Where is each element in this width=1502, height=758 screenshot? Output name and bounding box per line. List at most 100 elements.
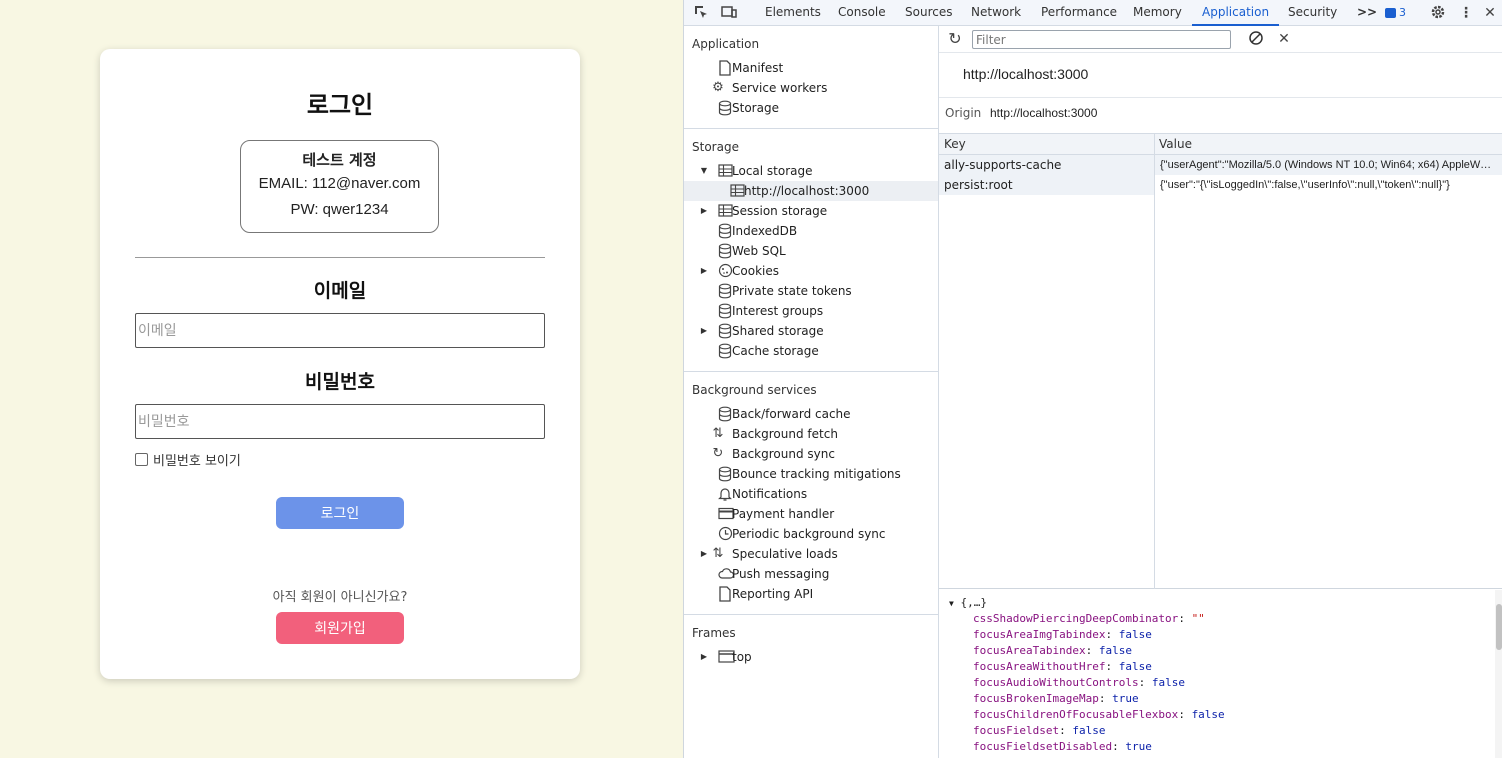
delete-selected-icon[interactable]: ✕ xyxy=(1275,30,1293,48)
expanded-triangle-icon[interactable]: ▼ xyxy=(949,599,954,608)
close-devtools-icon[interactable]: ✕ xyxy=(1481,4,1499,22)
origin-row: Origin http://localhost:3000 xyxy=(939,97,1502,134)
sidebar-item-payment-handler[interactable]: Payment handler xyxy=(684,504,938,524)
database-icon xyxy=(710,301,732,321)
issues-badge[interactable]: 3 xyxy=(1385,5,1406,21)
device-toolbar-icon[interactable] xyxy=(720,4,738,22)
sidebar-item-background-sync[interactable]: ↻ Background sync xyxy=(684,444,938,464)
preview-scrollbar[interactable] xyxy=(1495,590,1502,758)
tab-console[interactable]: Console xyxy=(838,0,886,26)
expanded-triangle-icon[interactable]: ▼ xyxy=(699,161,709,181)
sidebar-item-private-state-tokens[interactable]: Private state tokens xyxy=(684,281,938,301)
section-divider xyxy=(684,371,938,372)
settings-gear-icon[interactable] xyxy=(1429,4,1447,22)
row-key: ally-supports-cache xyxy=(944,158,1062,172)
tab-network[interactable]: Network xyxy=(971,0,1021,26)
property-separator: : xyxy=(1085,644,1099,657)
collapsed-triangle-icon[interactable]: ▶ xyxy=(699,544,709,564)
sidebar-item-speculative-loads[interactable]: ▶ ⇅ Speculative loads xyxy=(684,544,938,564)
show-password-checkbox[interactable] xyxy=(135,453,148,466)
sidebar-item-periodic-background-sync[interactable]: Periodic background sync xyxy=(684,524,938,544)
tab-application[interactable]: Application xyxy=(1192,0,1280,26)
sidebar-item-background-fetch[interactable]: ⇅ Background fetch xyxy=(684,424,938,444)
column-divider[interactable] xyxy=(1154,134,1155,589)
test-account-title: 테스트 계정 xyxy=(302,151,377,169)
sidebar-item-indexeddb[interactable]: IndexedDB xyxy=(684,221,938,241)
tab-security[interactable]: Security xyxy=(1288,0,1337,26)
credit-card-icon xyxy=(710,504,734,524)
origin-title: http://localhost:3000 xyxy=(963,66,1089,82)
sidebar-item-reporting-api[interactable]: Reporting API xyxy=(684,584,938,604)
test-account-email: EMAIL: 112@naver.com xyxy=(258,175,421,192)
property-value: "" xyxy=(1191,612,1205,625)
property-separator: : xyxy=(1098,692,1113,705)
sidebar-item-local-storage-origin[interactable]: http://localhost:3000 xyxy=(684,181,938,201)
database-icon xyxy=(710,241,732,261)
sidebar-item-interest-groups[interactable]: Interest groups xyxy=(684,301,938,321)
kebab-menu-icon[interactable]: ⋮ xyxy=(1457,4,1475,22)
sidebar-item-back-forward-cache[interactable]: Back/forward cache xyxy=(684,404,938,424)
preview-property: focusAudioWithoutControls: false xyxy=(973,676,1185,689)
tab-memory[interactable]: Memory xyxy=(1133,0,1182,26)
property-value: false xyxy=(1098,644,1132,657)
database-icon xyxy=(710,464,732,484)
show-password-toggle[interactable]: 비밀번호 보이기 xyxy=(135,450,241,469)
signup-button[interactable]: 회원가입 xyxy=(276,612,404,644)
divider xyxy=(135,257,545,258)
password-input[interactable] xyxy=(135,404,545,439)
login-button[interactable]: 로그인 xyxy=(276,497,404,529)
property-value: false xyxy=(1118,628,1152,641)
property-key: cssShadowPiercingDeepCombinator xyxy=(973,612,1179,625)
email-input[interactable] xyxy=(135,313,545,348)
table-row[interactable]: persist:root {"user":"{\"isLoggedIn\":fa… xyxy=(939,175,1502,195)
sidebar-item-frame-top[interactable]: ▶ top xyxy=(684,647,938,667)
collapsed-triangle-icon[interactable]: ▶ xyxy=(699,201,709,221)
collapsed-triangle-icon[interactable]: ▶ xyxy=(699,321,709,341)
sidebar-item-storage[interactable]: Storage xyxy=(684,98,938,118)
sidebar-item-session-storage[interactable]: ▶ Session storage xyxy=(684,201,938,221)
property-key: focusAreaTabindex xyxy=(973,644,1086,657)
sidebar-item-push-messaging[interactable]: Push messaging xyxy=(684,564,938,584)
value-preview-pane: ▼ {,…} cssShadowPiercingDeepCombinator: … xyxy=(939,590,1502,758)
more-tabs-button[interactable]: >> xyxy=(1357,0,1377,26)
sidebar-item-web-sql[interactable]: Web SQL xyxy=(684,241,938,261)
sidebar-item-label: Cache storage xyxy=(732,344,819,358)
sidebar-item-bounce-tracking[interactable]: Bounce tracking mitigations xyxy=(684,464,938,484)
sidebar-item-label: top xyxy=(732,650,752,664)
clear-all-icon[interactable] xyxy=(1247,30,1265,48)
property-value: false xyxy=(1191,708,1225,721)
sync-icon: ↻ xyxy=(712,446,724,461)
sidebar-item-manifest[interactable]: Manifest xyxy=(684,58,938,78)
collapsed-triangle-icon[interactable]: ▶ xyxy=(699,261,709,281)
bell-icon xyxy=(710,484,732,504)
inspect-element-icon[interactable] xyxy=(692,4,710,22)
scrollbar-thumb[interactable] xyxy=(1496,604,1502,650)
row-value: {"userAgent":"Mozilla/5.0 (Windows NT 10… xyxy=(1160,159,1497,171)
preview-root[interactable]: ▼ {,…} xyxy=(949,596,987,609)
sidebar-item-label: Background sync xyxy=(732,447,835,461)
tab-sources[interactable]: Sources xyxy=(905,0,952,26)
preview-property: focusBrokenImageMap: true xyxy=(973,692,1139,705)
sidebar-item-cache-storage[interactable]: Cache storage xyxy=(684,341,938,361)
login-card: 로그인 테스트 계정 EMAIL: 112@naver.com PW: qwer… xyxy=(100,49,580,679)
column-header-value[interactable]: Value xyxy=(1159,137,1192,151)
property-separator: : xyxy=(1059,724,1073,737)
sidebar-item-shared-storage[interactable]: ▶ Shared storage xyxy=(684,321,938,341)
password-label: 비밀번호 xyxy=(305,371,375,393)
sidebar-item-local-storage[interactable]: ▼ Local storage xyxy=(684,161,938,181)
up-down-arrows-icon: ⇅ xyxy=(712,426,724,441)
tab-elements[interactable]: Elements xyxy=(765,0,821,26)
refresh-icon[interactable]: ↻ xyxy=(946,30,964,48)
collapsed-triangle-icon[interactable]: ▶ xyxy=(699,647,709,667)
property-separator: : xyxy=(1178,708,1192,721)
sidebar-item-service-workers[interactable]: ⚙ Service workers xyxy=(684,78,938,98)
preview-property: cssShadowPiercingDeepCombinator: "" xyxy=(973,612,1205,625)
sidebar-item-notifications[interactable]: Notifications xyxy=(684,484,938,504)
column-header-key[interactable]: Key xyxy=(944,137,966,151)
sidebar-item-cookies[interactable]: ▶ Cookies xyxy=(684,261,938,281)
tab-performance[interactable]: Performance xyxy=(1041,0,1117,26)
filter-input[interactable] xyxy=(972,30,1231,49)
table-row[interactable]: ally-supports-cache {"userAgent":"Mozill… xyxy=(939,155,1502,175)
sidebar-item-label: Background fetch xyxy=(732,427,838,441)
storage-toolbar: ↻ ✕ xyxy=(939,26,1502,53)
